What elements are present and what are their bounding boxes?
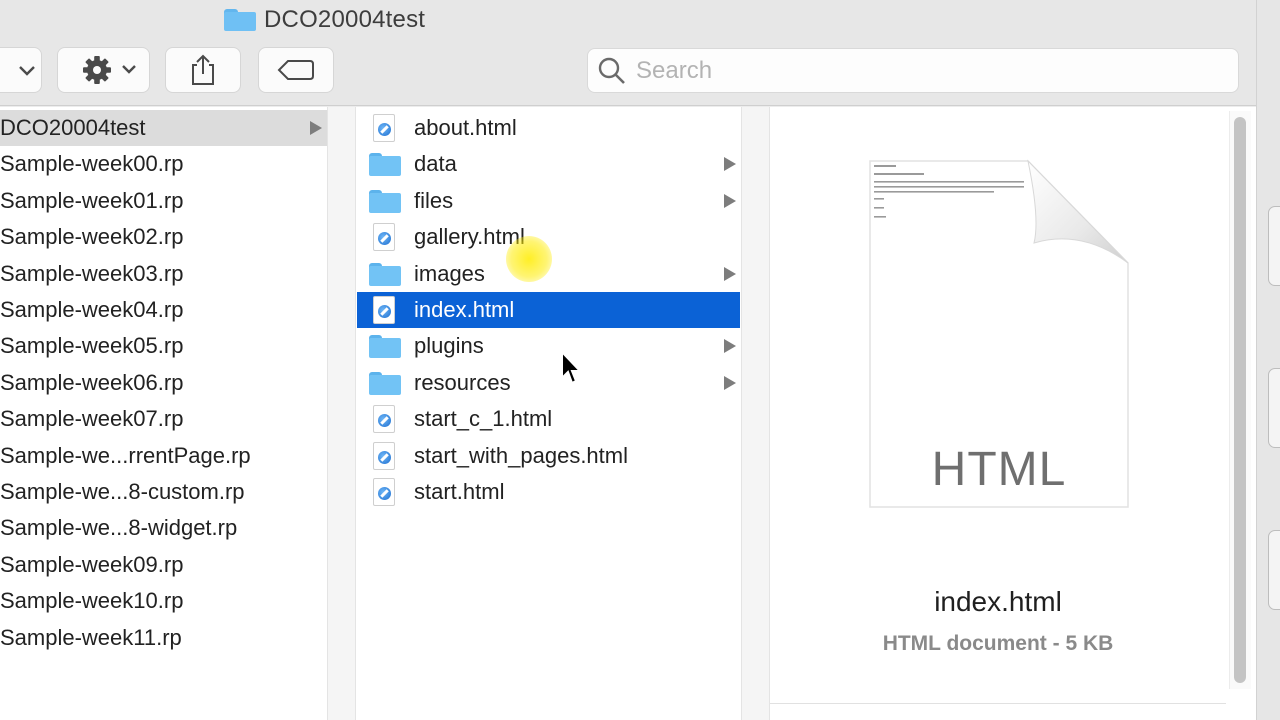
tag-icon <box>277 60 314 80</box>
list-item[interactable]: plugins <box>357 328 740 364</box>
list-item-label: start.html <box>414 479 505 504</box>
list-item-label: Sample-week03.rp <box>0 260 184 286</box>
list-item[interactable]: Sample-week09.rp <box>0 547 327 583</box>
search-input[interactable] <box>636 56 1196 85</box>
list-item-label: Sample-week05.rp <box>0 333 184 359</box>
list-item[interactable]: data <box>357 146 740 182</box>
list-item[interactable]: DCO20004test <box>0 110 327 146</box>
finder-window: DCO20004test Search DCO20004test Sample-… <box>0 0 1280 720</box>
list-item[interactable]: start.html <box>357 474 740 510</box>
share-icon <box>192 54 214 85</box>
list-item[interactable]: resources <box>357 365 740 401</box>
preview-pane: HTML index.html HTML document - 5 KB <box>770 107 1256 720</box>
cursor-highlight <box>506 236 552 282</box>
list-item[interactable]: start_with_pages.html <box>357 438 740 474</box>
list-item[interactable]: Sample-week03.rp <box>0 256 327 292</box>
list-item-label: Sample-we...8-widget.rp <box>0 515 238 541</box>
html-file-icon <box>373 405 395 434</box>
list-item-label: Sample-week00.rp <box>0 151 184 177</box>
toolbar <box>0 40 1256 106</box>
list-item-label: resources <box>414 369 511 395</box>
folder-icon <box>369 335 401 359</box>
search-icon <box>598 57 625 84</box>
list-item-label: data <box>414 151 457 177</box>
list-item-label: index.html <box>414 297 515 322</box>
list-item-label: Sample-week06.rp <box>0 369 184 395</box>
window-title: DCO20004test <box>264 6 426 33</box>
list-item[interactable]: Sample-week05.rp <box>0 328 327 364</box>
list-item-label: Sample-we...8-custom.rp <box>0 479 245 504</box>
gear-icon <box>82 56 136 84</box>
html-file-icon <box>373 296 395 324</box>
list-item-label: start_c_1.html <box>414 406 553 432</box>
list-item[interactable]: start_c_1.html <box>357 401 740 437</box>
disclosure-arrow-icon <box>724 157 736 172</box>
thumbnail-type-label: HTML <box>931 443 1067 496</box>
list-item[interactable]: index.html <box>357 292 740 328</box>
window-edge <box>1256 0 1280 720</box>
preview-file-name: index.html <box>934 586 1062 617</box>
background-window-edge <box>1268 530 1280 610</box>
chevron-down-icon <box>19 66 35 76</box>
share-button[interactable] <box>165 47 241 93</box>
list-item-label: Sample-week01.rp <box>0 187 184 213</box>
list-item-label: Sample-week09.rp <box>0 551 184 577</box>
html-file-icon <box>373 478 395 506</box>
list-item[interactable]: Sample-week07.rp <box>0 401 327 437</box>
folder-icon <box>369 371 401 395</box>
preview-file-info: HTML document - 5 KB <box>882 632 1114 655</box>
title-bar: DCO20004test <box>0 0 1256 40</box>
list-item[interactable]: Sample-week11.rp <box>0 620 327 656</box>
disclosure-arrow-icon <box>310 121 322 135</box>
folder-icon <box>369 153 401 177</box>
list-item[interactable]: Sample-we...8-widget.rp <box>0 510 327 546</box>
list-item[interactable]: Sample-we...8-custom.rp <box>0 474 327 510</box>
list-item[interactable]: Sample-week00.rp <box>0 146 327 182</box>
list-item-label: Sample-week11.rp <box>0 624 182 650</box>
list-item-label: files <box>414 187 454 213</box>
scrollbar-thumb[interactable] <box>1234 117 1246 683</box>
list-item-label: Sample-week02.rp <box>0 224 184 250</box>
list-item-label: Sample-week07.rp <box>0 406 184 432</box>
view-options-button[interactable] <box>0 47 42 93</box>
search-field[interactable] <box>587 48 1239 93</box>
folder-icon <box>369 262 401 286</box>
list-item-label: about.html <box>414 115 517 140</box>
list-item-label: plugins <box>414 333 484 359</box>
column-divider[interactable] <box>741 107 770 720</box>
list-item-label: Sample-we...rrentPage.rp <box>0 442 251 468</box>
window-title-group: DCO20004test <box>224 6 425 34</box>
list-item-label: Sample-week04.rp <box>0 297 184 322</box>
list-item[interactable]: Sample-week10.rp <box>0 583 327 619</box>
disclosure-arrow-icon <box>724 375 736 390</box>
list-item[interactable]: Sample-week06.rp <box>0 365 327 401</box>
column-divider[interactable] <box>327 107 356 720</box>
column-browser: DCO20004test Sample-week00.rp Sample-week0… <box>0 107 1256 720</box>
disclosure-arrow-icon <box>724 193 736 208</box>
list-item-label: Sample-week10.rp <box>0 588 184 614</box>
background-window-edge <box>1268 206 1280 286</box>
html-file-icon <box>373 223 395 252</box>
list-item-label: start_with_pages.html <box>414 442 628 468</box>
list-item[interactable]: Sample-we...rrentPage.rp <box>0 438 327 474</box>
list-item[interactable]: Sample-week04.rp <box>0 292 327 328</box>
html-file-icon <box>373 114 395 142</box>
background-window-edge <box>1268 368 1280 448</box>
list-item[interactable]: files <box>357 183 740 219</box>
folder-icon <box>369 189 401 213</box>
list-item-label: images <box>414 260 485 286</box>
folder-icon <box>224 9 256 31</box>
divider <box>770 703 1226 704</box>
disclosure-arrow-icon <box>724 339 736 354</box>
action-menu-button[interactable] <box>57 47 150 93</box>
disclosure-arrow-icon <box>724 266 736 281</box>
html-file-icon <box>373 441 395 470</box>
mouse-pointer-icon <box>561 350 583 385</box>
list-item-label: DCO20004test <box>0 115 146 140</box>
edit-tags-button[interactable] <box>258 47 334 93</box>
list-item[interactable]: Sample-week02.rp <box>0 219 327 255</box>
list-item[interactable]: Sample-week01.rp <box>0 183 327 219</box>
list-item[interactable]: about.html <box>357 110 740 146</box>
